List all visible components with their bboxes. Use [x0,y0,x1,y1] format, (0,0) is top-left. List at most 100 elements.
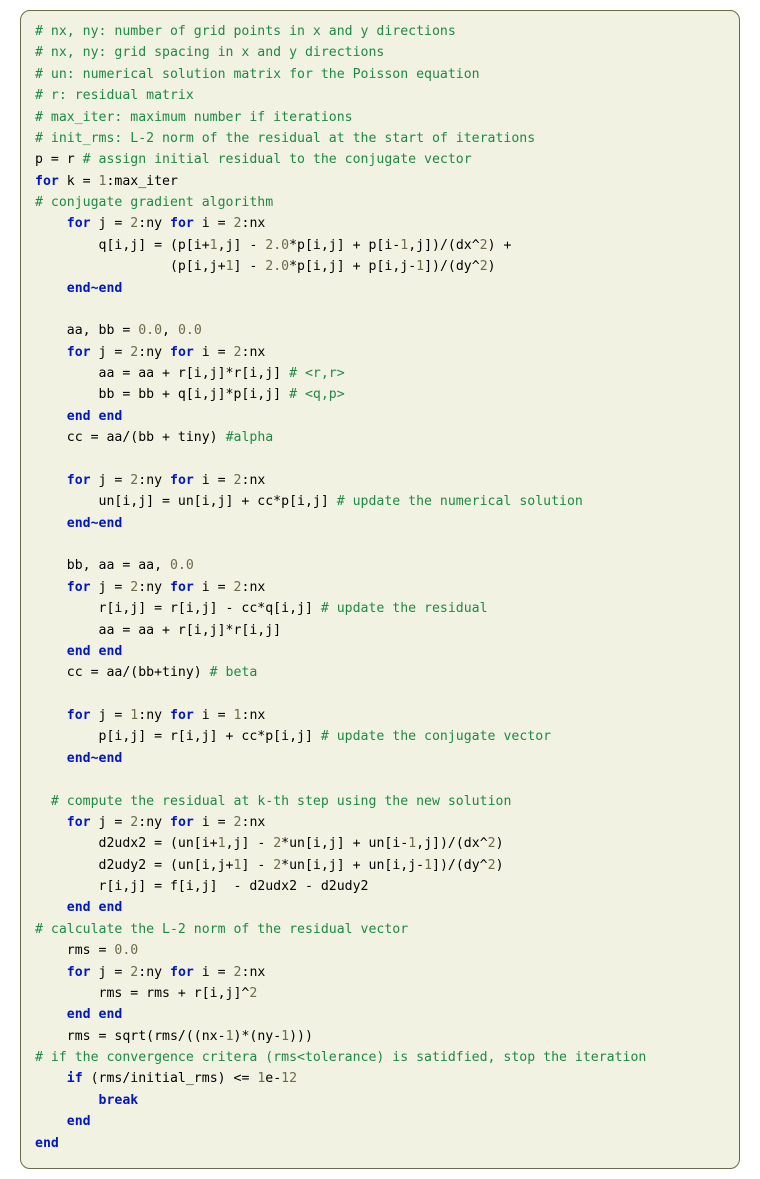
keyword-end: end~end [67,281,123,296]
code-block: # nx, ny: number of grid points in x and… [20,10,740,1169]
keyword-for: for [170,708,194,723]
code-text: ,j])/(dx^ [416,836,487,851]
code-text: i = [194,580,234,595]
code-text: p[i,j] = r[i,j] + cc*p[i,j] [35,729,321,744]
number: 2 [249,986,257,1001]
number: 0.0 [114,943,138,958]
comment: # assign initial residual to the conjuga… [83,152,472,167]
number: 2 [488,836,496,851]
code-text: ] - [234,259,266,274]
keyword-for: for [35,174,59,189]
comment: # update the residual [321,601,488,616]
code-text: :ny [138,473,170,488]
code-text: *un[i,j] + un[i,j- [281,858,424,873]
number: 2.0 [265,259,289,274]
code-text: d2udy2 = (un[i,j+ [35,858,234,873]
number: 1 [226,1029,234,1044]
keyword-end: end end [67,900,123,915]
comment: #alpha [226,430,274,445]
code-text: ,j] - [226,836,274,851]
code-text: j = [91,473,131,488]
keyword-for: for [170,473,194,488]
keyword-for: for [170,965,194,980]
number: 2 [480,259,488,274]
number: 1 [408,836,416,851]
number: 2 [488,858,496,873]
keyword-end: end end [67,1007,123,1022]
comment: # init_rms: L-2 norm of the residual at … [35,131,535,146]
code-text: :nx [242,216,266,231]
comment: # nx, ny: grid spacing in x and y direct… [35,45,384,60]
comment: # beta [210,665,258,680]
code-text: ])/(dy^ [424,259,480,274]
code-text: :ny [138,965,170,980]
code-text: ])/(dy^ [432,858,488,873]
keyword-end: end~end [67,516,123,531]
keyword-for: for [67,345,91,360]
number: 1 [400,238,408,253]
code-text: cc = aa/(bb+tiny) [35,665,210,680]
code-text: i = [194,815,234,830]
keyword-for: for [67,815,91,830]
code-text: j = [91,815,131,830]
code-text: i = [194,473,234,488]
keyword-end: end end [67,644,123,659]
comment: # r: residual matrix [35,88,194,103]
code-text: :ny [138,708,170,723]
comment: # conjugate gradient algorithm [35,195,273,210]
code-text: j = [91,708,131,723]
code-text: (p[i,j+ [35,259,226,274]
comment: # update the numerical solution [337,494,583,509]
code-text: aa = aa + r[i,j]*r[i,j] [35,366,289,381]
code-text: :ny [138,216,170,231]
code-text: rms = [35,943,114,958]
code-text: j = [91,965,131,980]
code-text: j = [91,216,131,231]
keyword-end: end end [67,409,123,424]
number: 2 [234,473,242,488]
number: 2 [273,858,281,873]
code-text: :ny [138,815,170,830]
number: 2.0 [265,238,289,253]
code-text: ) [488,259,496,274]
code-text: p = r [35,152,83,167]
code-text: *p[i,j] + p[i- [289,238,400,253]
comment: # if the convergence critera (rms<tolera… [35,1050,646,1065]
comment: # update the conjugate vector [321,729,551,744]
keyword-for: for [67,965,91,980]
code-text: aa, bb = [35,323,138,338]
code-text: *un[i,j] + un[i- [281,836,408,851]
code-text: cc = aa/(bb + tiny) [35,430,226,445]
code-text: rms = rms + r[i,j]^ [35,986,249,1001]
code-text: :nx [242,580,266,595]
code-text: i = [194,708,234,723]
code-text: un[i,j] = un[i,j] + cc*p[i,j] [35,494,337,509]
number: 2 [234,580,242,595]
code-text: q[i,j] = (p[i+ [35,238,210,253]
code-text: ,j])/(dx^ [408,238,479,253]
code-text: i = [194,965,234,980]
code-text: bb = bb + q[i,j]*p[i,j] [35,387,289,402]
comment: # nx, ny: number of grid points in x and… [35,24,456,39]
code-text: rms = sqrt(rms/((nx- [35,1029,226,1044]
code-text: :nx [242,708,266,723]
keyword-for: for [67,473,91,488]
code-text: *p[i,j] + p[i,j- [289,259,416,274]
number: 1 [218,836,226,851]
code-text: (rms/initial_rms) <= [83,1071,258,1086]
number: 0.0 [138,323,162,338]
code-text: ) [496,858,504,873]
number: 12 [281,1071,297,1086]
number: 1 [234,708,242,723]
number: 1 [416,259,424,274]
keyword-end: end [35,1136,59,1151]
code-text: k = [59,174,99,189]
code-text: j = [91,580,131,595]
keyword-end: end~end [67,751,123,766]
keyword-break: break [99,1093,139,1108]
code-text: d2udx2 = (un[i+ [35,836,218,851]
comment: # un: numerical solution matrix for the … [35,67,480,82]
code-text: r[i,j] = f[i,j] - d2udx2 - d2udy2 [35,879,368,894]
code-text: r[i,j] = r[i,j] - cc*q[i,j] [35,601,321,616]
comment: # <r,r> [289,366,345,381]
